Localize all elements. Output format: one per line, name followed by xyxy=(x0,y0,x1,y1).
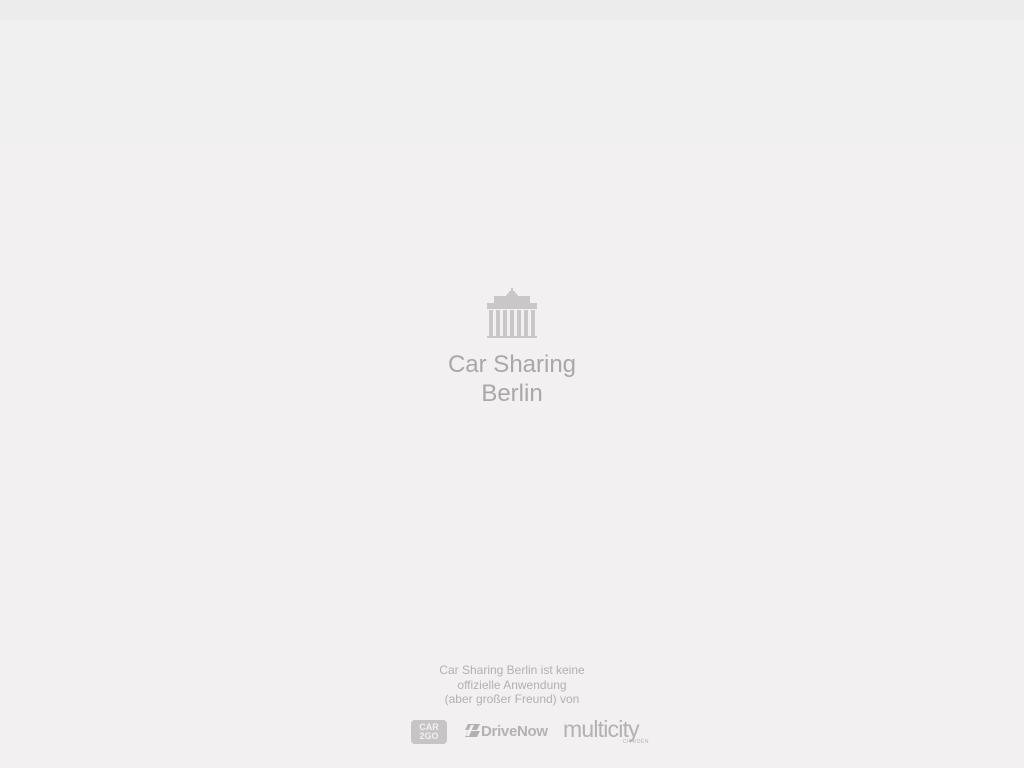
car2go-logo-line2: 2GO xyxy=(419,731,439,741)
partner-logos: CAR 2GO DriveNow multicity CITROËN xyxy=(0,716,1024,748)
splash-screen: Car Sharing Berlin Car Sharing Berlin is… xyxy=(0,0,1024,768)
drivenow-icon xyxy=(465,724,480,737)
app-title-line2: Berlin xyxy=(481,380,543,407)
app-title: Car Sharing Berlin xyxy=(0,350,1024,408)
app-logo: Car Sharing Berlin xyxy=(0,288,1024,408)
drivenow-logo[interactable]: DriveNow xyxy=(465,722,548,742)
app-title-line1: Car Sharing xyxy=(447,351,577,378)
disclaimer-line2: offizielle Anwendung xyxy=(457,677,567,692)
multicity-logo[interactable]: multicity CITROËN xyxy=(563,716,655,748)
multicity-logo-subtext: CITROËN xyxy=(623,739,649,745)
disclaimer-text: Car Sharing Berlin ist keine offizielle … xyxy=(0,663,1024,707)
drivenow-logo-text: DriveNow xyxy=(481,723,548,740)
brandenburg-gate-icon xyxy=(487,288,537,338)
disclaimer-line3: (aber großer Freund) von xyxy=(444,692,580,706)
disclaimer-line1: Car Sharing Berlin ist keine xyxy=(439,663,585,677)
status-bar xyxy=(0,0,1024,20)
header-band xyxy=(0,20,1024,142)
car2go-logo[interactable]: CAR 2GO xyxy=(411,720,447,744)
